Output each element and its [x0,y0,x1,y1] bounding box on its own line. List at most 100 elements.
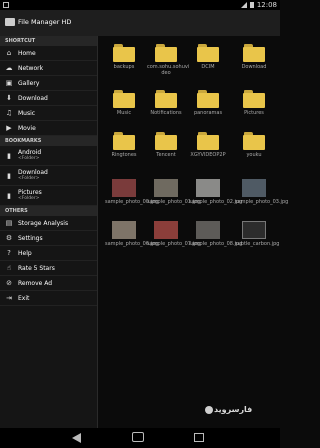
file-item[interactable]: Pictures [235,90,273,116]
file-name: Ringtones [111,152,137,158]
bookmark-item-android[interactable]: ▮ Android <Folder> [0,146,97,166]
app-icon[interactable] [5,18,15,26]
folder-icon [113,44,135,62]
file-item[interactable]: sample_photo_07.jpg [147,221,200,247]
folder-icon [155,90,177,108]
file-item[interactable]: Ringtones [105,132,143,158]
drawer-item-label: Help [18,249,32,257]
status-time: 12:08 [256,1,277,9]
drawer-item-label: Movie [18,124,36,132]
photo-thumbnail [196,221,220,239]
drawer-item-label: Rate 5 Stars [18,264,55,272]
drawer-item-label: Download [18,94,48,102]
section-header-others: OTHERS [0,206,97,216]
drawer-item-label: Storage Analysis [18,219,69,227]
folder-icon [197,44,219,62]
section-header-shortcut: SHORTCUT [0,36,97,46]
file-name: subtle_carbon.jpg [235,241,280,247]
signal-icon [241,2,247,8]
folder-icon [243,90,265,108]
drawer-item-rate[interactable]: ☝ Rate 5 Stars [0,261,97,276]
drawer-item-home[interactable]: ⌂ Home [0,46,97,61]
file-item[interactable]: Notifications [147,90,185,116]
drawer-item-gallery[interactable]: ▣ Gallery [0,76,97,91]
drawer-item-movie[interactable]: ▶ Movie [0,121,97,136]
file-item[interactable]: subtle_carbon.jpg [235,221,280,247]
file-name: com.sohu.sohuvi deo [147,64,190,76]
drawer-item-label: Exit [18,294,30,302]
bookmark-icon: ▮ [7,171,11,180]
exit-icon: ⇥ [6,294,12,302]
folder-icon [243,132,265,150]
file-item[interactable]: com.sohu.sohuvi deo [147,44,190,76]
drawer-item-label: Gallery [18,79,40,87]
action-bar: File Manager HD [0,10,280,36]
recent-apps-icon[interactable] [194,433,204,442]
remove-ad-icon: ⊘ [6,279,12,287]
file-item[interactable]: Music [105,90,143,116]
file-item[interactable]: sample_photo_03.jpg [235,179,288,205]
folder-icon [113,132,135,150]
file-item[interactable]: DCIM [189,44,227,70]
file-name: Notifications [150,110,182,116]
bookmark-type: <Folder> [18,196,40,201]
photo-thumbnail [242,221,266,239]
file-name: Download [241,64,267,70]
back-icon[interactable] [72,433,81,443]
file-item[interactable]: sample_photo_01.jpg [147,179,201,205]
drawer-item-label: Home [18,49,36,57]
watermark-logo-icon [205,406,213,414]
drawer-item-label: Settings [18,234,43,242]
bookmark-icon: ▮ [7,191,11,200]
file-name: Tencent [156,152,176,158]
drawer-item-download[interactable]: ⬇ Download [0,91,97,106]
drawer-item-network[interactable]: ☁ Network [0,61,97,76]
bookmark-icon: ▮ [7,151,11,160]
battery-icon [250,2,254,8]
drawer-item-help[interactable]: ? Help [0,246,97,261]
file-name: DCIM [201,64,215,70]
folder-icon [113,90,135,108]
download-icon: ⬇ [6,94,12,102]
file-name: youku [246,152,262,158]
file-item[interactable]: panoramas [189,90,227,116]
navigation-drawer: SHORTCUT ⌂ Home ☁ Network ▣ Gallery ⬇ Do… [0,36,98,428]
folder-icon [197,132,219,150]
file-name: sample_photo_00.jpg [105,199,159,205]
folder-icon [197,90,219,108]
file-item[interactable]: backups [105,44,143,70]
home-button-icon[interactable] [132,432,144,442]
file-item[interactable]: sample_photo_00.jpg [105,179,159,205]
help-icon: ? [7,249,11,257]
notification-icon [3,2,9,8]
drawer-item-storage-analysis[interactable]: ▤ Storage Analysis [0,216,97,231]
thumbs-up-icon: ☝ [6,264,12,272]
file-item[interactable]: sample_photo_06.jpg [105,221,158,247]
file-item[interactable]: Tencent [147,132,185,158]
photo-thumbnail [112,179,136,197]
drawer-item-label: Network [18,64,44,72]
folder-icon [155,132,177,150]
network-icon: ☁ [5,64,13,72]
file-item[interactable]: sample_photo_08.jpg [189,221,242,247]
file-name: sample_photo_01.jpg [147,199,201,205]
home-icon: ⌂ [6,49,12,57]
bookmark-type: <Folder> [18,156,40,161]
folder-icon [243,44,265,62]
music-icon: ♫ [5,109,13,117]
file-item[interactable]: Download [235,44,273,70]
bookmark-item-download[interactable]: ▮ Download <Folder> [0,166,97,186]
drawer-item-label: Music [18,109,36,117]
drawer-item-exit[interactable]: ⇥ Exit [0,291,97,306]
drawer-item-music[interactable]: ♫ Music [0,106,97,121]
photo-thumbnail [154,179,178,197]
file-item[interactable]: youku [235,132,273,158]
drawer-item-remove-ad[interactable]: ⊘ Remove Ad [0,276,97,291]
file-item[interactable]: XGYVIDEOP2P [189,132,227,158]
bookmark-item-pictures[interactable]: ▮ Pictures <Folder> [0,186,97,206]
status-bar: 12:08 [0,0,280,10]
folder-icon [155,44,177,62]
file-name: sample_photo_02.jpg [189,199,243,205]
file-item[interactable]: sample_photo_02.jpg [189,179,243,205]
drawer-item-settings[interactable]: ⚙ Settings [0,231,97,246]
